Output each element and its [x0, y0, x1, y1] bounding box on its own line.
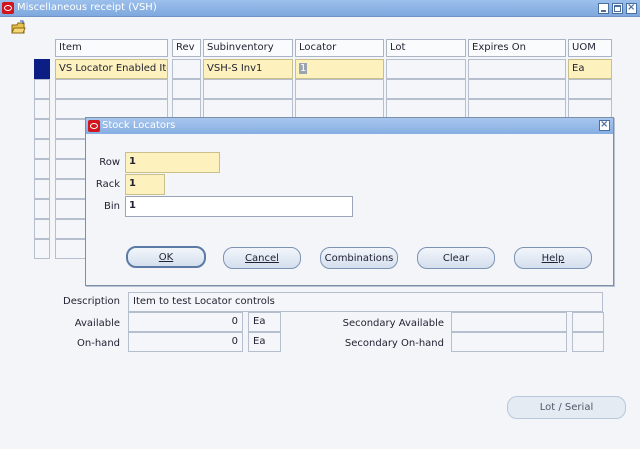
grid-cell[interactable]	[295, 79, 384, 99]
record-indicator[interactable]	[34, 199, 50, 219]
grid-cell[interactable]	[172, 99, 201, 119]
grid-cell[interactable]	[468, 99, 566, 119]
cancel-label: Cancel	[245, 253, 279, 264]
onhand-field[interactable]: 0	[128, 332, 243, 352]
locator-cell[interactable]: 1	[295, 59, 384, 79]
toolbar	[0, 18, 640, 38]
minimize-icon[interactable]	[598, 3, 609, 14]
description-label: Description	[63, 296, 120, 307]
oracle-logo-icon	[2, 2, 14, 14]
grid-cell[interactable]	[568, 99, 612, 119]
grid-cell[interactable]	[203, 99, 293, 119]
oracle-logo-icon	[88, 120, 100, 132]
stock-locators-dialog: Stock Locators × Row 1 Rack 1 Bin 1 OK C…	[85, 117, 614, 286]
grid-cell[interactable]	[203, 79, 293, 99]
record-indicator[interactable]	[34, 119, 50, 139]
main-title-bar: Miscellaneous receipt (VSH) ×	[0, 0, 640, 17]
bin-label: Bin	[104, 201, 120, 212]
subinventory-cell[interactable]: VSH-S Inv1	[203, 59, 293, 79]
rack-field[interactable]: 1	[125, 174, 165, 195]
record-indicator[interactable]	[34, 139, 50, 159]
row-label: Row	[99, 157, 120, 168]
rack-label: Rack	[95, 179, 120, 190]
rev-cell[interactable]	[172, 59, 201, 79]
locator-value: 1	[299, 63, 308, 74]
available-uom-field[interactable]: Ea	[248, 312, 281, 332]
onhand-label: On-hand	[77, 338, 120, 349]
item-cell[interactable]: VS Locator Enabled Ite	[55, 59, 168, 79]
record-indicator[interactable]	[34, 179, 50, 199]
description-field[interactable]: Item to test Locator controls	[128, 292, 603, 312]
dialog-close-icon[interactable]: ×	[599, 119, 610, 131]
combinations-label: Combinations	[324, 253, 394, 264]
grid-cell[interactable]	[55, 99, 168, 119]
window-title: Miscellaneous receipt (VSH)	[17, 2, 157, 13]
secondary-onhand-label: Secondary On-hand	[344, 338, 444, 349]
close-icon[interactable]: ×	[626, 2, 637, 14]
grid-cell[interactable]	[172, 79, 201, 99]
maximize-icon[interactable]	[612, 3, 623, 14]
record-indicator[interactable]	[34, 219, 50, 239]
col-header-expires-on: Expires On	[468, 39, 566, 57]
record-indicator[interactable]	[34, 159, 50, 179]
secondary-available-field[interactable]	[451, 312, 567, 332]
grid-cell[interactable]	[55, 79, 168, 99]
available-field[interactable]: 0	[128, 312, 243, 332]
secondary-available-label: Secondary Available	[342, 318, 444, 329]
dialog-title-bar: Stock Locators ×	[86, 118, 613, 134]
col-header-subinventory: Subinventory	[203, 39, 293, 57]
row-field[interactable]: 1	[125, 152, 220, 173]
col-header-locator: Locator	[295, 39, 384, 57]
ok-label: OK	[158, 252, 174, 263]
lot-cell[interactable]	[386, 59, 466, 79]
clear-button[interactable]: Clear	[417, 247, 495, 269]
col-header-rev: Rev	[172, 39, 201, 57]
secondary-onhand-field[interactable]	[451, 332, 567, 352]
col-header-lot: Lot	[386, 39, 466, 57]
bin-field[interactable]: 1	[125, 196, 353, 217]
col-header-uom: UOM	[568, 39, 612, 57]
combinations-button[interactable]: Combinations	[320, 247, 398, 269]
record-indicator[interactable]	[34, 239, 50, 259]
col-header-item: Item	[55, 39, 168, 57]
secondary-available-uom-field[interactable]	[572, 312, 604, 332]
grid-cell[interactable]	[568, 79, 612, 99]
expires-on-cell[interactable]	[468, 59, 566, 79]
grid-cell[interactable]	[386, 79, 466, 99]
ok-button[interactable]: OK	[126, 246, 206, 268]
secondary-onhand-uom-field[interactable]	[572, 332, 604, 352]
grid-cell[interactable]	[295, 99, 384, 119]
grid-cell[interactable]	[386, 99, 466, 119]
help-label: Help	[541, 253, 565, 264]
uom-cell[interactable]: Ea	[568, 59, 612, 79]
grid-cell[interactable]	[468, 79, 566, 99]
available-label: Available	[74, 318, 120, 329]
clear-label: Clear	[442, 253, 470, 264]
record-indicator[interactable]	[34, 99, 50, 119]
lot-serial-button[interactable]: Lot / Serial	[507, 396, 626, 419]
open-folder-icon[interactable]	[11, 20, 26, 35]
dialog-title: Stock Locators	[102, 120, 176, 131]
onhand-uom-field[interactable]: Ea	[248, 332, 281, 352]
record-indicator[interactable]	[34, 79, 50, 99]
help-button[interactable]: Help	[514, 247, 592, 269]
cancel-button[interactable]: Cancel	[223, 247, 301, 269]
current-record-indicator[interactable]	[34, 59, 50, 79]
